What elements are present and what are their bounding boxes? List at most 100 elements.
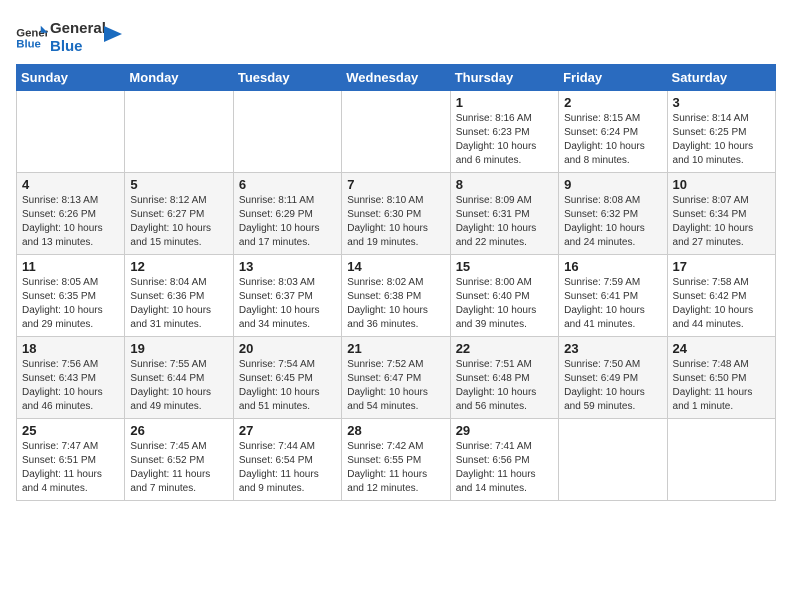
- calendar-cell: 13Sunrise: 8:03 AM Sunset: 6:37 PM Dayli…: [233, 255, 341, 337]
- day-info: Sunrise: 8:08 AM Sunset: 6:32 PM Dayligh…: [564, 194, 661, 250]
- day-number: 19: [130, 341, 227, 356]
- calendar-cell: 14 Sunrise: 8:02 AM Sunset: 6:38 PM Dayli…: [342, 255, 450, 337]
- day-info: Sunrise: 7:58 AM Sunset: 6:42 PM Dayligh…: [673, 276, 770, 332]
- logo-arrow-icon: [104, 26, 122, 42]
- weekday-header-thursday: Thursday: [450, 65, 558, 91]
- calendar-cell: [17, 91, 125, 173]
- calendar-cell: 6 Sunrise: 8:11 AM Sunset: 6:29 PM Daylig…: [233, 173, 341, 255]
- calendar-cell: [559, 419, 667, 501]
- day-number: 6: [239, 177, 336, 192]
- calendar-cell: 28 Sunrise: 7:42 AM Sunset: 6:55 PM Dayli…: [342, 419, 450, 501]
- calendar-cell: [667, 419, 775, 501]
- calendar-cell: 11 Sunrise: 8:05 AM Sunset: 6:35 PM Dayli…: [17, 255, 125, 337]
- calendar-cell: 21Sunrise: 7:52 AM Sunset: 6:47 PM Dayli…: [342, 337, 450, 419]
- calendar-cell: 10 Sunrise: 8:07 AM Sunset: 6:34 PM Dayli…: [667, 173, 775, 255]
- calendar-cell: 23Sunrise: 7:50 AM Sunset: 6:49 PM Dayli…: [559, 337, 667, 419]
- day-number: 15: [456, 259, 553, 274]
- calendar-cell: [342, 91, 450, 173]
- day-info: Sunrise: 8:03 AM Sunset: 6:37 PM Dayligh…: [239, 276, 336, 332]
- calendar-table: SundayMondayTuesdayWednesdayThursdayFrid…: [16, 64, 776, 501]
- day-info: Sunrise: 8:11 AM Sunset: 6:29 PM Dayligh…: [239, 194, 336, 250]
- day-info: Sunrise: 7:54 AM Sunset: 6:45 PM Dayligh…: [239, 358, 336, 414]
- day-number: 11: [22, 259, 119, 274]
- day-number: 18: [22, 341, 119, 356]
- day-info: Sunrise: 7:51 AM Sunset: 6:48 PM Dayligh…: [456, 358, 553, 414]
- day-info: Sunrise: 8:14 AM Sunset: 6:25 PM Dayligh…: [673, 112, 770, 168]
- day-number: 26: [130, 423, 227, 438]
- day-info: Sunrise: 8:02 AM Sunset: 6:38 PM Dayligh…: [347, 276, 444, 332]
- calendar-cell: 27Sunrise: 7:44 AM Sunset: 6:54 PM Dayli…: [233, 419, 341, 501]
- calendar-cell: 7 Sunrise: 8:10 AM Sunset: 6:30 PM Daylig…: [342, 173, 450, 255]
- weekday-header-monday: Monday: [125, 65, 233, 91]
- day-number: 16: [564, 259, 661, 274]
- day-info: Sunrise: 7:52 AM Sunset: 6:47 PM Dayligh…: [347, 358, 444, 414]
- day-number: 25: [22, 423, 119, 438]
- day-number: 24: [673, 341, 770, 356]
- day-number: 10: [673, 177, 770, 192]
- calendar-cell: 9 Sunrise: 8:08 AM Sunset: 6:32 PM Daylig…: [559, 173, 667, 255]
- day-info: Sunrise: 8:09 AM Sunset: 6:31 PM Dayligh…: [456, 194, 553, 250]
- calendar-cell: 19 Sunrise: 7:55 AM Sunset: 6:44 PM Dayli…: [125, 337, 233, 419]
- calendar-cell: [125, 91, 233, 173]
- calendar-cell: 1 Sunrise: 8:16 AM Sunset: 6:23 PM Daylig…: [450, 91, 558, 173]
- calendar-cell: 24 Sunrise: 7:48 AM Sunset: 6:50 PM Dayli…: [667, 337, 775, 419]
- day-info: Sunrise: 7:44 AM Sunset: 6:54 PM Dayligh…: [239, 440, 336, 496]
- day-info: Sunrise: 8:10 AM Sunset: 6:30 PM Dayligh…: [347, 194, 444, 250]
- day-info: Sunrise: 7:41 AM Sunset: 6:56 PM Dayligh…: [456, 440, 553, 496]
- calendar-cell: 2Sunrise: 8:15 AM Sunset: 6:24 PM Daylig…: [559, 91, 667, 173]
- calendar-cell: 18Sunrise: 7:56 AM Sunset: 6:43 PM Dayli…: [17, 337, 125, 419]
- calendar-cell: 16 Sunrise: 7:59 AM Sunset: 6:41 PM Dayli…: [559, 255, 667, 337]
- day-number: 8: [456, 177, 553, 192]
- calendar-cell: 26 Sunrise: 7:45 AM Sunset: 6:52 PM Dayli…: [125, 419, 233, 501]
- calendar-week-row: 11 Sunrise: 8:05 AM Sunset: 6:35 PM Dayli…: [17, 255, 776, 337]
- day-info: Sunrise: 8:00 AM Sunset: 6:40 PM Dayligh…: [456, 276, 553, 332]
- day-info: Sunrise: 8:16 AM Sunset: 6:23 PM Dayligh…: [456, 112, 553, 168]
- weekday-header-tuesday: Tuesday: [233, 65, 341, 91]
- day-info: Sunrise: 8:13 AM Sunset: 6:26 PM Dayligh…: [22, 194, 119, 250]
- day-number: 9: [564, 177, 661, 192]
- calendar-cell: 25 Sunrise: 7:47 AM Sunset: 6:51 PM Dayli…: [17, 419, 125, 501]
- weekday-header-row: SundayMondayTuesdayWednesdayThursdayFrid…: [17, 65, 776, 91]
- logo-line2: Blue: [50, 38, 106, 56]
- day-info: Sunrise: 7:47 AM Sunset: 6:51 PM Dayligh…: [22, 440, 119, 496]
- day-number: 5: [130, 177, 227, 192]
- calendar-week-row: 25 Sunrise: 7:47 AM Sunset: 6:51 PM Dayli…: [17, 419, 776, 501]
- day-number: 7: [347, 177, 444, 192]
- day-info: Sunrise: 7:55 AM Sunset: 6:44 PM Dayligh…: [130, 358, 227, 414]
- page-header: General Blue General Blue: [16, 16, 776, 56]
- day-info: Sunrise: 7:42 AM Sunset: 6:55 PM Dayligh…: [347, 440, 444, 496]
- day-number: 14: [347, 259, 444, 274]
- day-info: Sunrise: 8:04 AM Sunset: 6:36 PM Dayligh…: [130, 276, 227, 332]
- day-info: Sunrise: 7:59 AM Sunset: 6:41 PM Dayligh…: [564, 276, 661, 332]
- calendar-cell: 8 Sunrise: 8:09 AM Sunset: 6:31 PM Daylig…: [450, 173, 558, 255]
- calendar-cell: 5Sunrise: 8:12 AM Sunset: 6:27 PM Daylig…: [125, 173, 233, 255]
- weekday-header-saturday: Saturday: [667, 65, 775, 91]
- calendar-cell: [233, 91, 341, 173]
- weekday-header-sunday: Sunday: [17, 65, 125, 91]
- calendar-week-row: 18Sunrise: 7:56 AM Sunset: 6:43 PM Dayli…: [17, 337, 776, 419]
- calendar-cell: 15 Sunrise: 8:00 AM Sunset: 6:40 PM Dayli…: [450, 255, 558, 337]
- calendar-cell: 17Sunrise: 7:58 AM Sunset: 6:42 PM Dayli…: [667, 255, 775, 337]
- day-number: 22: [456, 341, 553, 356]
- calendar-cell: 22 Sunrise: 7:51 AM Sunset: 6:48 PM Dayli…: [450, 337, 558, 419]
- day-info: Sunrise: 7:48 AM Sunset: 6:50 PM Dayligh…: [673, 358, 770, 414]
- day-number: 12: [130, 259, 227, 274]
- day-number: 4: [22, 177, 119, 192]
- day-number: 1: [456, 95, 553, 110]
- weekday-header-wednesday: Wednesday: [342, 65, 450, 91]
- day-number: 28: [347, 423, 444, 438]
- calendar-cell: 12 Sunrise: 8:04 AM Sunset: 6:36 PM Dayli…: [125, 255, 233, 337]
- day-number: 29: [456, 423, 553, 438]
- day-number: 23: [564, 341, 661, 356]
- calendar-cell: 29 Sunrise: 7:41 AM Sunset: 6:56 PM Dayli…: [450, 419, 558, 501]
- calendar-cell: 20Sunrise: 7:54 AM Sunset: 6:45 PM Dayli…: [233, 337, 341, 419]
- day-info: Sunrise: 8:07 AM Sunset: 6:34 PM Dayligh…: [673, 194, 770, 250]
- logo-icon: General Blue: [16, 24, 48, 52]
- day-number: 2: [564, 95, 661, 110]
- logo-line1: General: [50, 20, 106, 38]
- day-info: Sunrise: 8:05 AM Sunset: 6:35 PM Dayligh…: [22, 276, 119, 332]
- day-number: 3: [673, 95, 770, 110]
- calendar-week-row: 4 Sunrise: 8:13 AM Sunset: 6:26 PM Daylig…: [17, 173, 776, 255]
- day-info: Sunrise: 7:45 AM Sunset: 6:52 PM Dayligh…: [130, 440, 227, 496]
- weekday-header-friday: Friday: [559, 65, 667, 91]
